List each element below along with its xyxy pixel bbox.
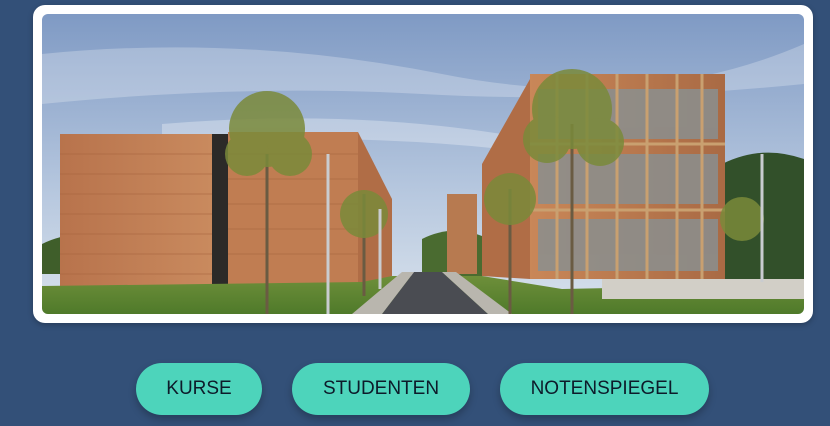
main-navigation: KURSE STUDENTEN NOTENSPIEGEL [0, 363, 830, 415]
campus-building-photo-icon [42, 14, 804, 314]
hero-card [33, 5, 813, 323]
kurse-button[interactable]: KURSE [136, 363, 262, 415]
notenspiegel-button[interactable]: NOTENSPIEGEL [500, 363, 709, 415]
campus-photo [42, 14, 804, 314]
studenten-button[interactable]: STUDENTEN [292, 363, 470, 415]
